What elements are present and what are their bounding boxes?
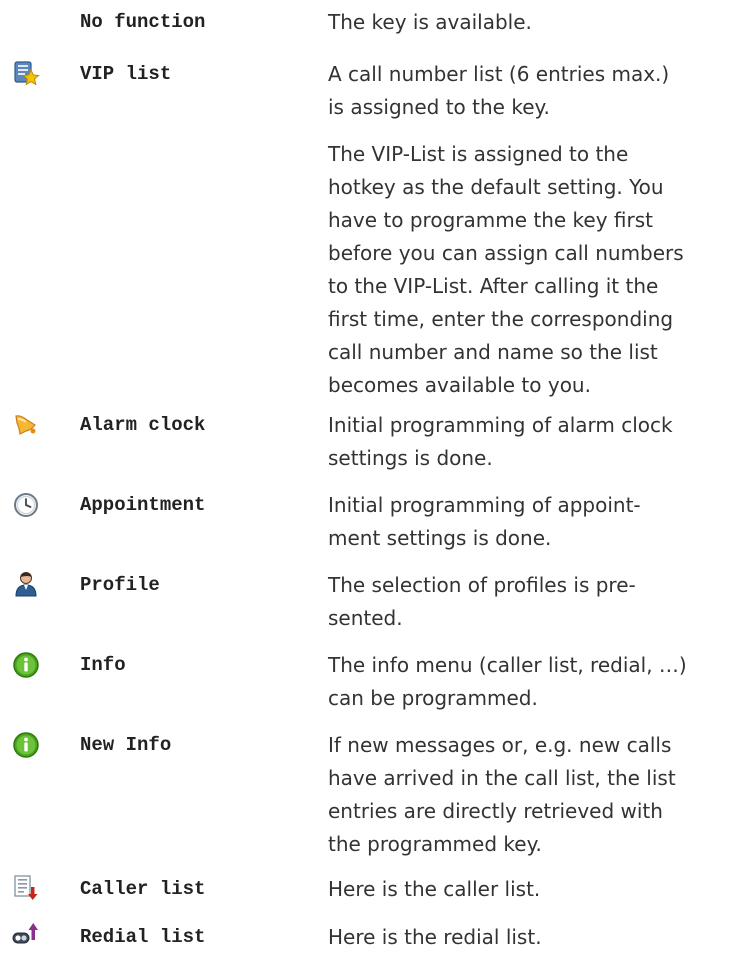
clock-icon (12, 491, 40, 519)
vip-list-icon (12, 60, 40, 88)
key-function-description: Here is the redial list. (328, 925, 542, 949)
key-function-description: If new messages or, e.g. new calls have … (328, 733, 676, 856)
key-function-description: A call number list (6 entries max.) is a… (328, 62, 684, 397)
caller-list-icon (12, 874, 40, 902)
key-function-description: The key is available. (328, 10, 532, 34)
user-profile-icon (12, 570, 40, 598)
redial-list-icon (12, 922, 40, 950)
key-function-name: Appointment (80, 494, 206, 516)
alarm-bell-icon (12, 411, 40, 439)
key-function-name: Redial list (80, 926, 206, 948)
key-function-name: No function (80, 11, 206, 33)
key-function-name: Info (80, 654, 126, 676)
key-function-name: Caller list (80, 878, 206, 900)
info-icon (12, 731, 40, 759)
key-function-description: The info menu (caller list, redial, …) c… (328, 653, 687, 710)
key-function-description: Initial programming of appoint- ment set… (328, 493, 641, 550)
key-function-name: Alarm clock (80, 414, 206, 436)
key-function-description: The selection of profiles is pre- sented… (328, 573, 636, 630)
key-function-name: VIP list (80, 63, 172, 85)
key-function-name: Profile (80, 574, 160, 596)
key-function-description: Initial programming of alarm clock setti… (328, 413, 673, 470)
info-icon (12, 651, 40, 679)
key-function-name: New Info (80, 734, 172, 756)
key-function-description: Here is the caller list. (328, 877, 541, 901)
